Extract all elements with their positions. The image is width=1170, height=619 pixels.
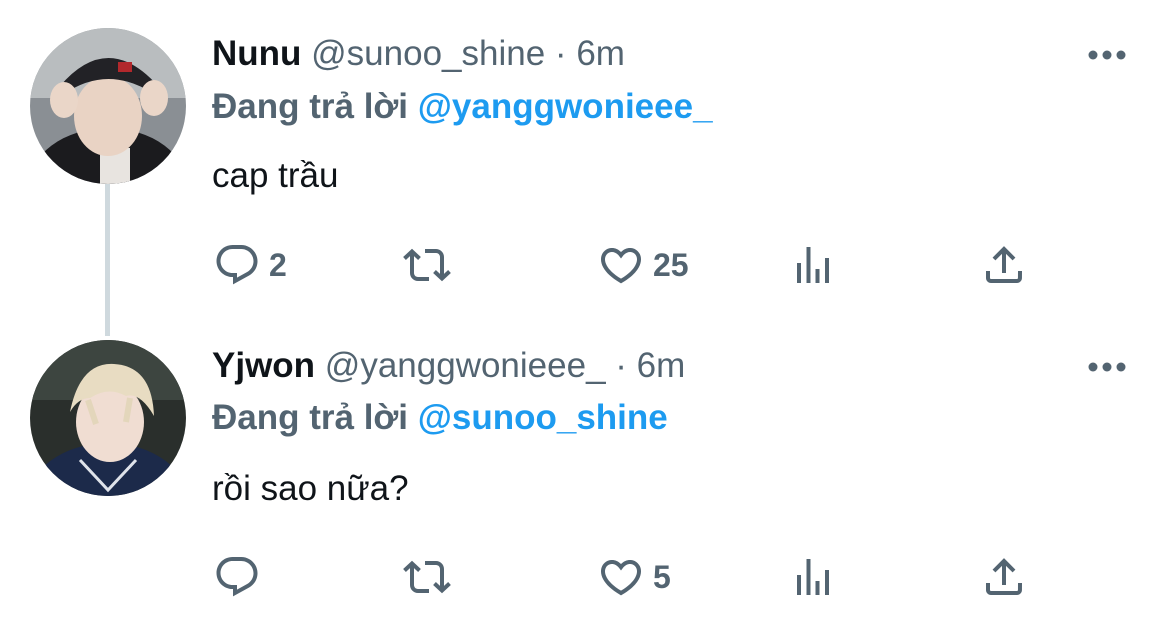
tweet-header: Nunu @sunoo_shine · 6m [212, 34, 625, 74]
replying-to-mention[interactable]: @yanggwonieee_ [418, 87, 713, 126]
timestamp[interactable]: 6m [637, 346, 686, 385]
replying-to: Đang trả lời @yanggwonieee_ [212, 87, 713, 127]
tweet-header: Yjwon @yanggwonieee_ · 6m [212, 346, 685, 386]
more-icon[interactable] [1086, 357, 1128, 377]
like-icon [600, 248, 642, 284]
like-button[interactable]: 5 [597, 552, 671, 602]
meta-separator: · [615, 346, 627, 385]
analytics-button[interactable] [789, 552, 837, 602]
tweet-text: rồi sao nữa? [212, 469, 409, 508]
reply-button[interactable]: 2 [213, 240, 287, 290]
more-icon[interactable] [1086, 45, 1128, 65]
like-button[interactable]: 25 [597, 240, 689, 290]
user-handle[interactable]: @sunoo_shine [311, 34, 545, 73]
avatar-yjwon[interactable] [30, 340, 186, 496]
retweet-icon [403, 248, 451, 282]
like-count: 5 [653, 558, 671, 595]
reply-icon [216, 245, 258, 285]
analytics-button[interactable] [789, 240, 837, 290]
timestamp[interactable]: 6m [576, 34, 625, 73]
share-icon [986, 558, 1022, 595]
retweet-button[interactable] [403, 240, 451, 290]
reply-count: 2 [269, 246, 287, 283]
share-button[interactable] [980, 240, 1028, 290]
share-button[interactable] [980, 552, 1028, 602]
retweet-button[interactable] [403, 552, 451, 602]
display-name[interactable]: Yjwon [212, 346, 315, 385]
reply-button[interactable] [213, 552, 269, 602]
like-icon [600, 560, 642, 596]
user-handle[interactable]: @yanggwonieee_ [325, 346, 606, 385]
analytics-icon [797, 247, 829, 283]
replying-to-label: Đang trả lời [212, 87, 409, 126]
analytics-icon [797, 559, 829, 595]
reply-icon [216, 557, 258, 597]
action-bar: 5 [0, 552, 1170, 602]
action-bar: 2 25 [0, 240, 1170, 290]
replying-to-mention[interactable]: @sunoo_shine [418, 398, 668, 437]
share-icon [986, 246, 1022, 283]
replying-to: Đang trả lời @sunoo_shine [212, 398, 668, 438]
meta-separator: · [554, 34, 567, 73]
like-count: 25 [653, 246, 689, 283]
replying-to-label: Đang trả lời [212, 398, 409, 437]
display-name[interactable]: Nunu [212, 34, 301, 73]
tweet-text: cap trầu [212, 156, 339, 195]
avatar-nunu[interactable] [30, 28, 186, 184]
retweet-icon [403, 560, 451, 594]
